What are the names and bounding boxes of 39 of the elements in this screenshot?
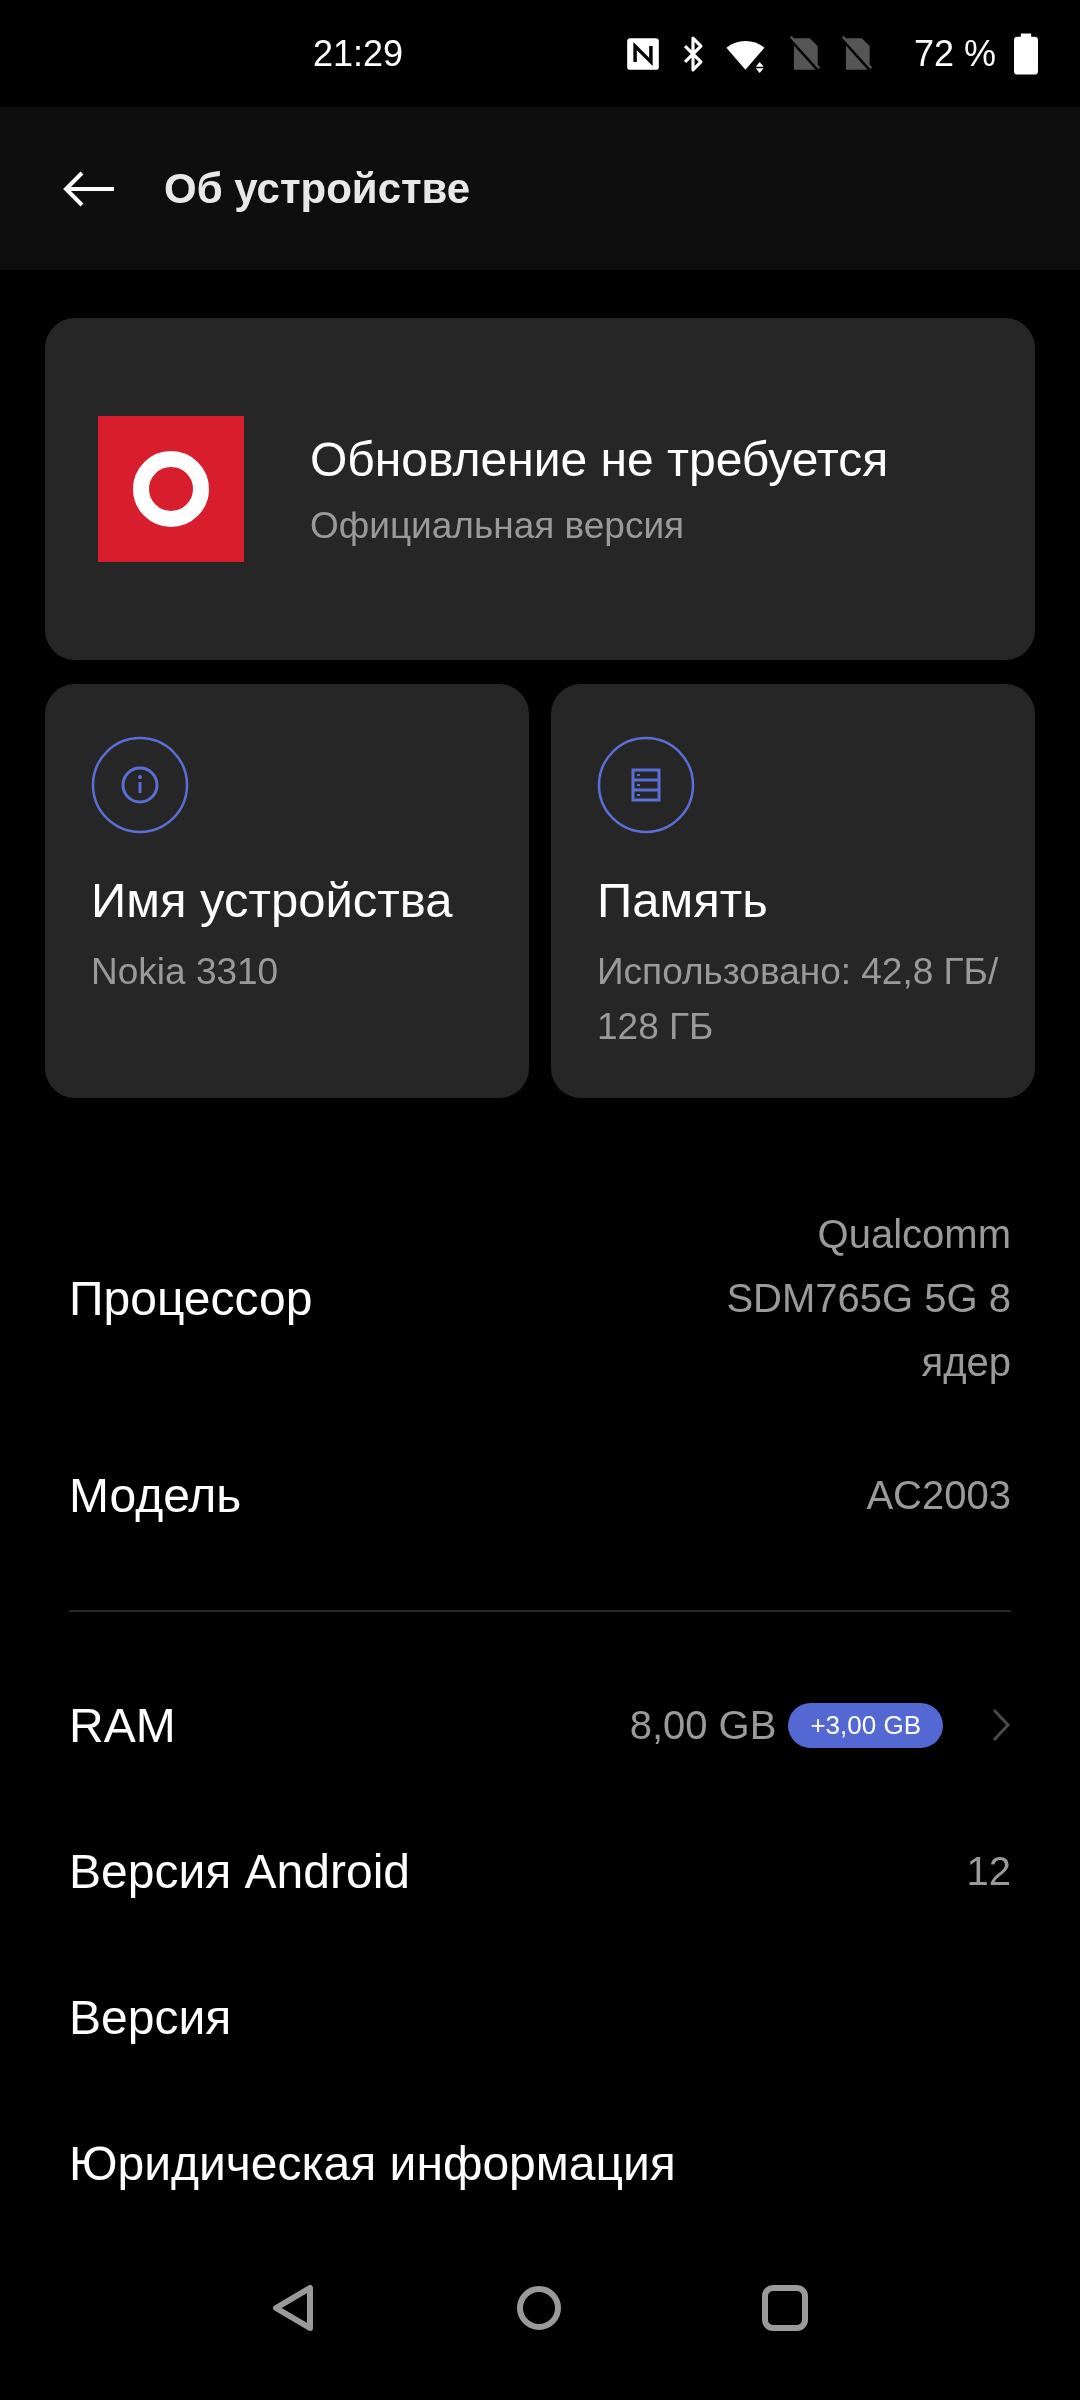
clock: 21:29 xyxy=(313,32,404,75)
setting-value: 12 xyxy=(966,1848,1011,1896)
info-card[interactable]: Имя устройства Nokia 3310 xyxy=(45,684,529,1099)
setting-row[interactable]: Версия Android 12 xyxy=(69,1798,1011,1945)
card-value: Использовано: 42,8 ГБ/ 128 ГБ xyxy=(597,950,1000,1050)
no-sim-icon xyxy=(787,34,822,73)
update-subtitle: Официальная версия xyxy=(310,504,686,547)
setting-row[interactable]: Модель AC2003 xyxy=(69,1408,1011,1583)
setting-label: Версия xyxy=(69,1989,232,2045)
update-card[interactable]: Обновление не требуется Официальная версия xyxy=(45,318,1035,661)
setting-row[interactable]: Процессор Qualcomm SDM765G 5G 8 ядер xyxy=(69,1188,1011,1409)
chevron-right-icon xyxy=(991,1707,1011,1744)
battery-percent: 72 % xyxy=(913,32,996,75)
ring-logo-icon xyxy=(98,416,244,563)
card-value: Nokia 3310 xyxy=(91,950,280,995)
storage-icon xyxy=(597,736,695,835)
setting-label: Модель xyxy=(69,1467,242,1523)
battery-icon xyxy=(1014,32,1038,75)
setting-row[interactable]: RAM 8,00 GB +3,00 GB xyxy=(69,1652,1011,1799)
card-title: Память xyxy=(597,872,769,929)
setting-label: Версия Android xyxy=(69,1843,410,1899)
card-title: Имя устройства xyxy=(91,872,454,929)
update-status: Обновление не требуется xyxy=(310,431,889,487)
page-title: Об устройстве xyxy=(164,164,471,213)
info-card[interactable]: Память Использовано: 42,8 ГБ/ 128 ГБ xyxy=(551,684,1035,1099)
setting-label: Юридическая информация xyxy=(69,2135,676,2191)
setting-label: RAM xyxy=(69,1697,176,1753)
extra-ram-badge: +3,00 GB xyxy=(788,1702,943,1748)
no-sim-icon xyxy=(839,34,874,73)
setting-row[interactable]: Версия xyxy=(69,1944,1011,2091)
setting-value: AC2003 xyxy=(866,1472,1011,1520)
back-icon[interactable] xyxy=(272,2284,316,2333)
setting-value: Qualcomm SDM765G 5G 8 ядер xyxy=(725,1211,1011,1387)
recents-icon[interactable] xyxy=(762,2285,808,2332)
info-icon xyxy=(91,736,189,835)
home-icon[interactable] xyxy=(516,2285,562,2332)
setting-label: Процессор xyxy=(69,1270,313,1326)
setting-row[interactable]: Юридическая информация xyxy=(69,2090,1011,2237)
setting-value: 8,00 GB xyxy=(629,1702,777,1750)
